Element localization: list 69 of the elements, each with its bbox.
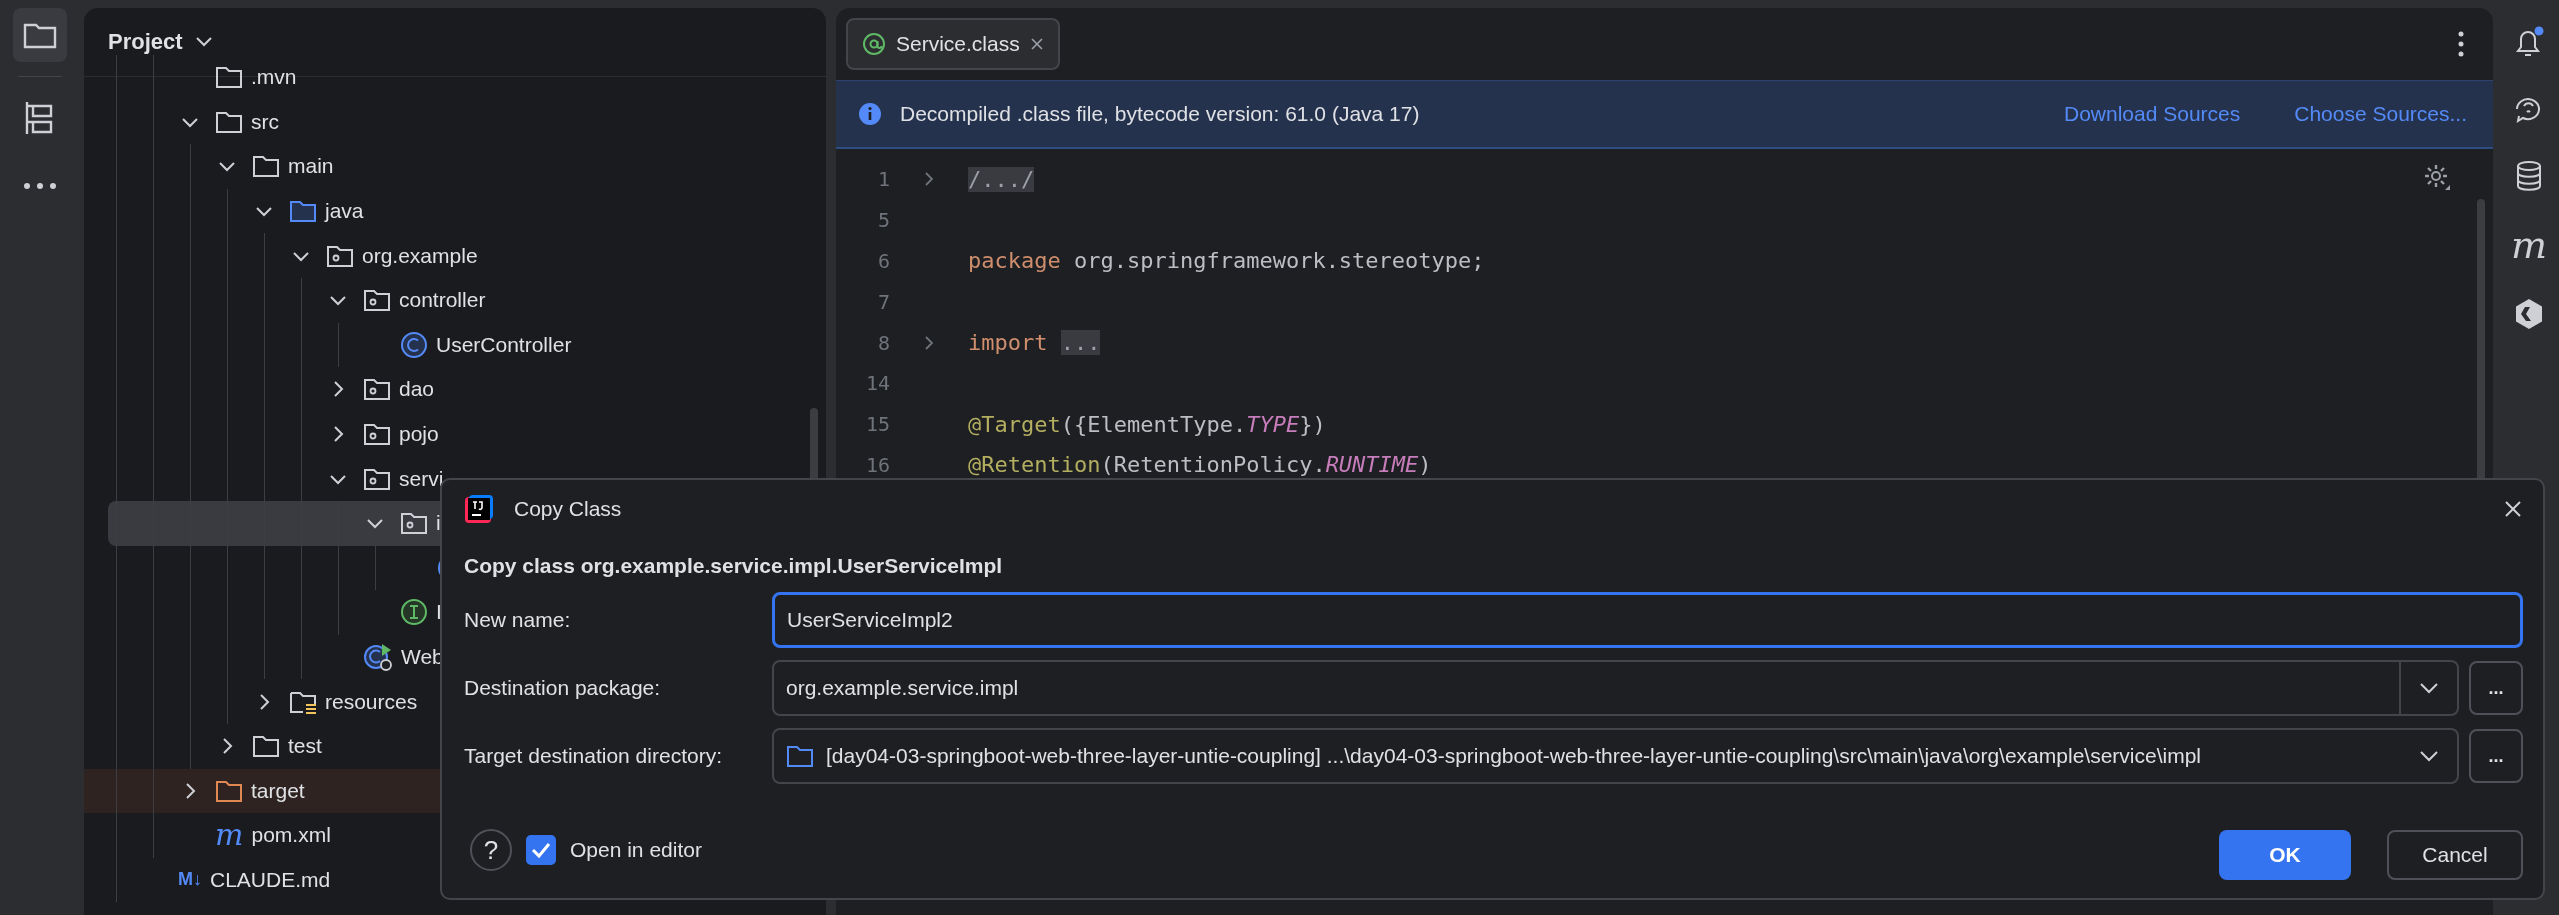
code-line: import ...: [968, 330, 1101, 356]
folder-icon: [215, 778, 243, 803]
more-icon[interactable]: [2457, 31, 2465, 57]
info-icon: [858, 102, 882, 126]
browse-button[interactable]: ...: [2469, 661, 2523, 715]
tree-item[interactable]: .mvn: [84, 55, 297, 100]
tree-item[interactable]: M↓ CLAUDE.md: [84, 857, 331, 903]
settings-icon[interactable]: [2423, 163, 2451, 191]
help-button[interactable]: ?: [470, 829, 512, 871]
cancel-button[interactable]: Cancel: [2387, 830, 2523, 880]
panel-title[interactable]: Project: [108, 29, 183, 55]
editor-tab[interactable]: Service.class: [846, 18, 1060, 70]
dialog-title: Copy Class: [514, 497, 622, 521]
browse-button[interactable]: ...: [2469, 729, 2523, 783]
interface-icon: [400, 598, 428, 627]
checkmark-icon: [530, 841, 552, 859]
field-label: Destination package:: [464, 676, 662, 700]
maven-icon: m: [215, 820, 244, 851]
field-label: Target destination directory:: [464, 744, 723, 768]
banner-link[interactable]: Choose Sources...: [2294, 102, 2467, 126]
code-line: @Target({ElementType.TYPE}): [968, 411, 1326, 437]
class-icon: [400, 330, 428, 359]
field-label: New name:: [464, 608, 572, 632]
folder-icon: [252, 734, 280, 759]
line-number: 5: [876, 208, 890, 233]
checkbox-label[interactable]: Open in editor: [570, 838, 702, 862]
directory-combo-box[interactable]: [day04-03-springboot-web-three-layer-untie-coupling] ...\day04-03-springboot-web-three-layer-untie-coupling\src\main\java\org\example\service\impl: [772, 728, 2459, 784]
app-logo-icon: [464, 494, 494, 524]
package-icon: [326, 243, 354, 268]
close-icon[interactable]: [2503, 499, 2523, 519]
checkbox[interactable]: [526, 835, 556, 865]
package-icon: [363, 288, 391, 313]
package-icon: [363, 466, 391, 491]
tree-item[interactable]: src: [84, 99, 279, 145]
code-line: @Retention(RetentionPolicy.RUNTIME): [968, 452, 1432, 478]
name-input[interactable]: UserServiceImpl2: [772, 592, 2523, 648]
banner-text: Decompiled .class file, bytecode version: 61.0 (Java 17): [900, 102, 1420, 126]
dialog-heading: Copy class org.example.service.impl.UserServiceImpl: [464, 554, 1004, 578]
folder-icon: [215, 109, 243, 134]
database-icon[interactable]: [2515, 160, 2543, 192]
line-number: 8: [876, 330, 890, 355]
line-number: 7: [876, 289, 890, 314]
folder-icon: [215, 65, 243, 90]
plugin-icon[interactable]: [2514, 298, 2544, 330]
line-number: 14: [864, 371, 890, 396]
folder-icon: [786, 744, 814, 768]
line-number: 6: [876, 249, 890, 273]
close-icon[interactable]: [1029, 37, 1044, 51]
tree-item[interactable]: m pom.xml: [84, 813, 331, 858]
maven-icon[interactable]: m: [2510, 226, 2547, 264]
project-tool-button[interactable]: [13, 8, 67, 62]
code-line: package org.springframework.stereotype;: [968, 248, 1485, 274]
folder-icon: [23, 21, 57, 49]
annotation-icon: [862, 32, 886, 56]
line-number: 16: [864, 452, 890, 477]
application-class-icon: [363, 642, 393, 672]
folder-icon: [252, 154, 280, 179]
markdown-icon: M↓: [178, 869, 202, 891]
line-number: 1: [876, 167, 890, 192]
resources-folder-icon: [289, 689, 317, 714]
folder-icon: [289, 199, 317, 224]
package-combo-box[interactable]: org.example.service.impl: [772, 660, 2459, 716]
package-icon: [363, 377, 391, 402]
ok-button[interactable]: OK: [2219, 830, 2351, 880]
banner-link[interactable]: Download Sources: [2063, 102, 2241, 126]
chevron-icon[interactable]: [194, 36, 213, 48]
package-icon: [363, 422, 391, 447]
line-number: 15: [864, 412, 890, 437]
package-icon: [400, 511, 428, 536]
